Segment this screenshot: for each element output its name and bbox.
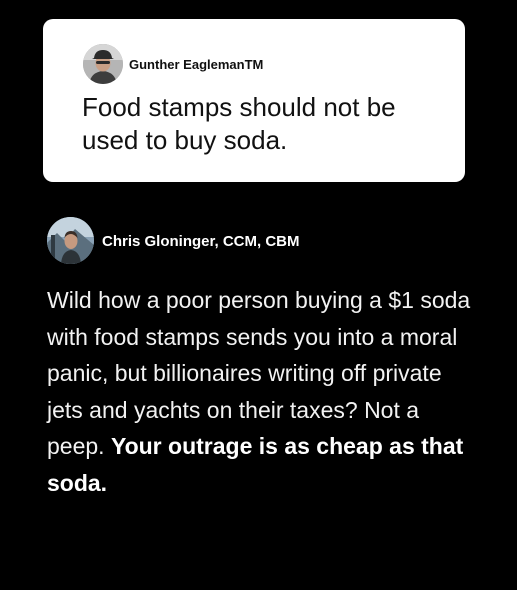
- quoted-post-text: Food stamps should not be used to buy so…: [82, 92, 396, 155]
- man-outdoors-avatar[interactable]: [47, 217, 94, 264]
- reply-author-name[interactable]: Chris Gloninger, CCM, CBM: [102, 233, 300, 250]
- man-with-cap-avatar[interactable]: [83, 44, 123, 84]
- quoted-author-name[interactable]: Gunther EaglemanTM: [129, 57, 263, 72]
- reply-post-text: Wild how a poor person buying a $1 soda …: [47, 282, 477, 501]
- quoted-post-card[interactable]: Gunther EaglemanTM Food stamps should no…: [43, 19, 465, 182]
- avatar-icon: [47, 217, 94, 264]
- avatar-icon: [83, 44, 123, 84]
